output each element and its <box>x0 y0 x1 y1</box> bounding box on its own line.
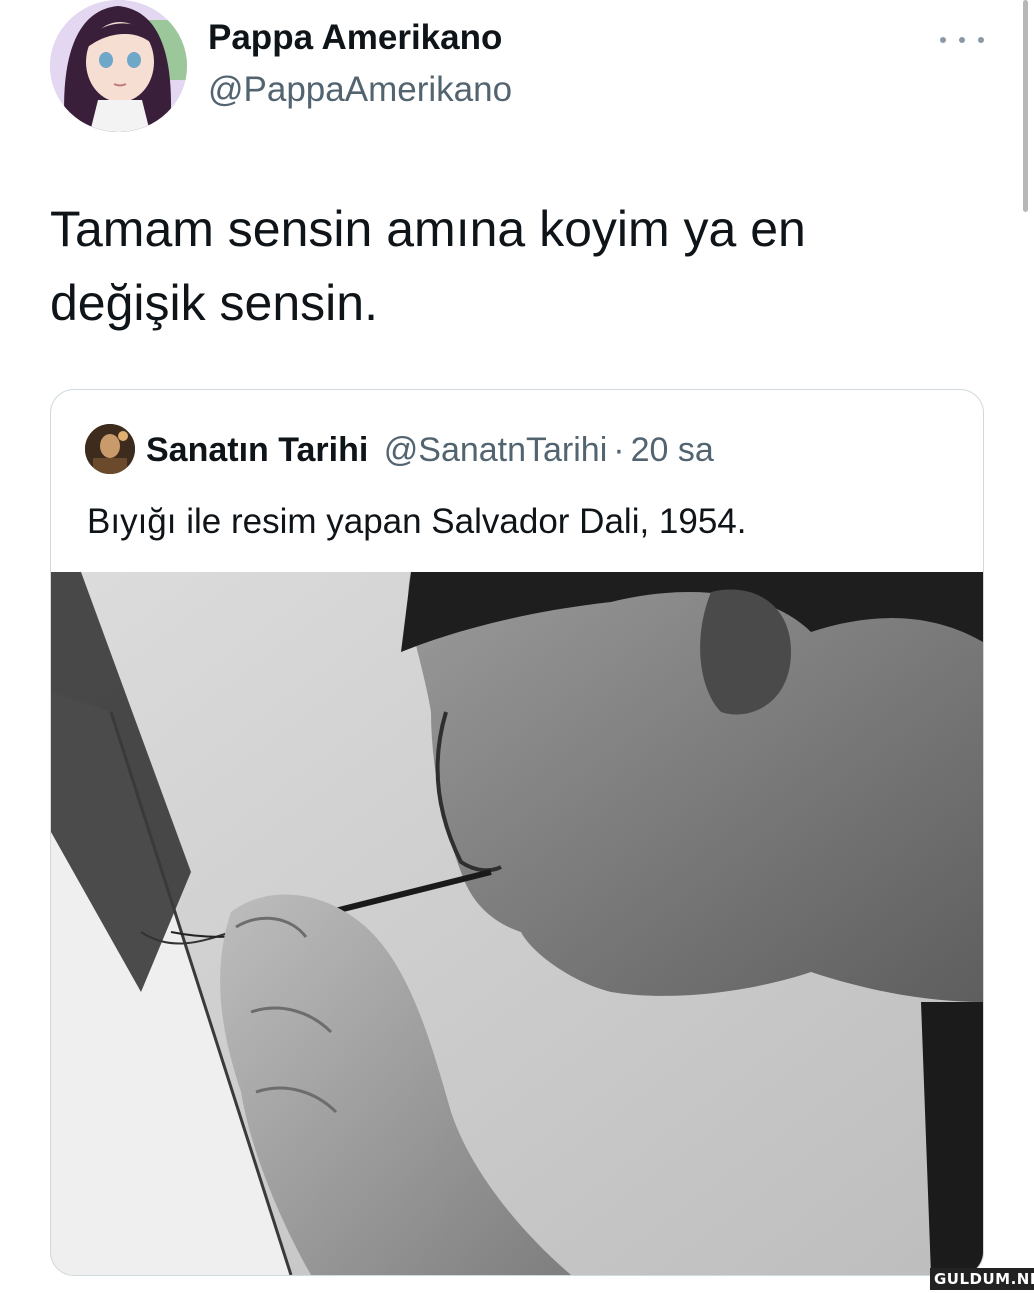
dot-icon <box>978 37 984 43</box>
quoted-photo[interactable] <box>51 572 983 1275</box>
dot-icon <box>940 37 946 43</box>
quoted-header: Sanatın Tarihi @SanatnTarihi · 20 sa <box>146 428 714 472</box>
scrollbar[interactable] <box>1023 0 1028 212</box>
dot-icon <box>959 37 965 43</box>
author-display-name[interactable]: Pappa Amerikano <box>208 18 502 58</box>
quoted-handle[interactable]: @SanatnTarihi <box>384 431 608 469</box>
quoted-tweet-card[interactable]: Sanatın Tarihi @SanatnTarihi · 20 sa Bıyığ… <box>50 389 984 1276</box>
author-avatar[interactable] <box>50 0 187 132</box>
quoted-tweet-text: Bıyığı ile resim yapan Salvador Dali, 19… <box>87 502 747 541</box>
watermark-logo: GULDUM.NET <box>930 1268 1034 1290</box>
author-handle[interactable]: @PappaAmerikano <box>208 70 512 110</box>
tweet-text: Tamam sensin amına koyim ya en değişik s… <box>50 201 806 331</box>
quoted-display-name[interactable]: Sanatın Tarihi <box>146 431 368 469</box>
quoted-timestamp[interactable]: 20 sa <box>631 431 714 469</box>
separator-dot: · <box>613 431 625 469</box>
more-options-icon[interactable] <box>940 26 984 54</box>
quoted-author-avatar[interactable] <box>85 424 135 474</box>
